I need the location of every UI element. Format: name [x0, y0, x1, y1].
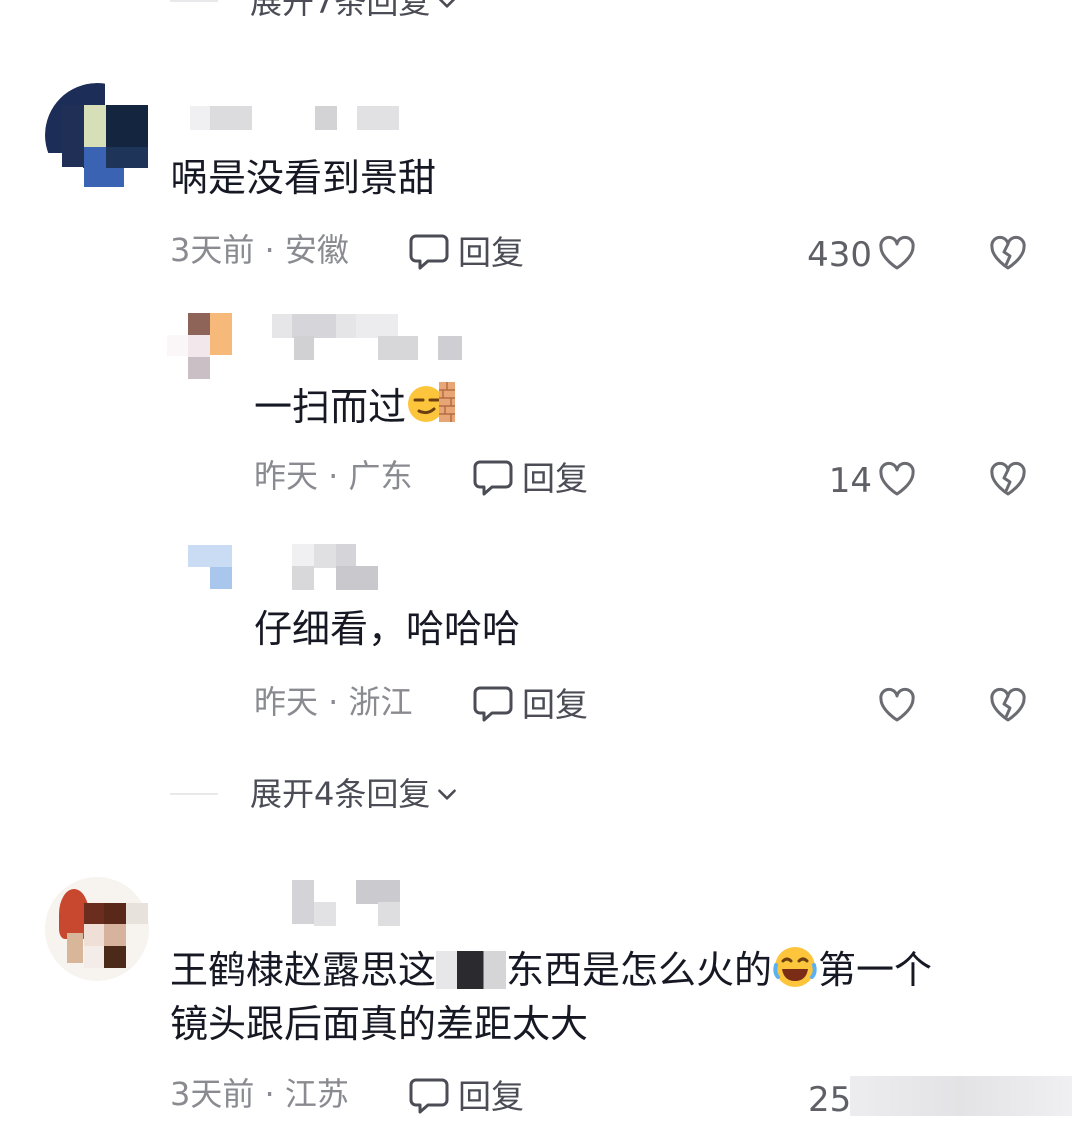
chevron-down-icon	[438, 789, 457, 800]
broken-heart-icon[interactable]	[988, 460, 1028, 498]
expand-divider	[170, 0, 218, 2]
watermark-overlay	[850, 1076, 1072, 1116]
heart-icon[interactable]	[877, 686, 917, 724]
comment-text-line2: 镜头跟后面真的差距太大	[170, 1002, 589, 1046]
expand-label: 展开4条回复	[250, 775, 431, 813]
username-redacted[interactable]	[292, 544, 382, 590]
comment-text: 仔细看，哈哈哈	[254, 607, 521, 651]
reply-bubble-icon	[473, 686, 513, 722]
reply-label: 回复	[458, 1076, 524, 1116]
expand-label: 展开7条回复	[250, 0, 431, 21]
avatar[interactable]	[188, 545, 232, 567]
reply-bubble-icon	[473, 460, 513, 496]
comment-meta: 3天前 · 安徽	[170, 231, 349, 269]
laughing-emoji-icon	[773, 947, 817, 987]
comment-text: 一扫而过	[254, 378, 458, 433]
reply-button[interactable]: 回复	[472, 684, 588, 724]
avatar-mosaic	[62, 105, 84, 167]
comment-meta: 昨天 · 浙江	[254, 683, 413, 721]
smirk-emoji-icon	[408, 382, 456, 422]
username-redacted[interactable]	[190, 106, 410, 130]
comment-text: 王鹤棣赵露思这 东西是怎么火的 第一个	[170, 944, 932, 996]
username-redacted[interactable]	[292, 880, 402, 926]
expand-replies-top[interactable]: 展开7条回复	[250, 0, 460, 18]
reply-label: 回复	[458, 232, 524, 272]
like-count: 25	[808, 1080, 852, 1120]
expand-divider	[170, 793, 218, 795]
username-redacted[interactable]	[272, 314, 472, 360]
broken-heart-icon[interactable]	[988, 686, 1028, 724]
broken-heart-icon[interactable]	[988, 234, 1028, 272]
comment-meta: 昨天 · 广东	[254, 457, 413, 495]
like-count: 430	[807, 235, 872, 275]
reply-bubble-icon	[409, 1078, 449, 1114]
heart-icon[interactable]	[877, 460, 917, 498]
like-count: 14	[828, 461, 872, 501]
reply-button[interactable]: 回复	[472, 458, 588, 498]
comment-meta: 3天前 · 江苏	[170, 1075, 349, 1113]
reply-label: 回复	[522, 684, 588, 724]
redaction-block	[436, 951, 507, 989]
comment-text: 㖞是没看到景甜	[170, 156, 437, 200]
expand-replies[interactable]: 展开4条回复	[250, 778, 460, 810]
reply-bubble-icon	[409, 234, 449, 270]
chevron-down-icon	[439, 0, 456, 8]
reply-label: 回复	[522, 458, 588, 498]
avatar[interactable]	[188, 313, 210, 335]
heart-icon[interactable]	[877, 234, 917, 272]
reply-button[interactable]: 回复	[408, 232, 524, 272]
reply-button[interactable]: 回复	[408, 1076, 524, 1116]
